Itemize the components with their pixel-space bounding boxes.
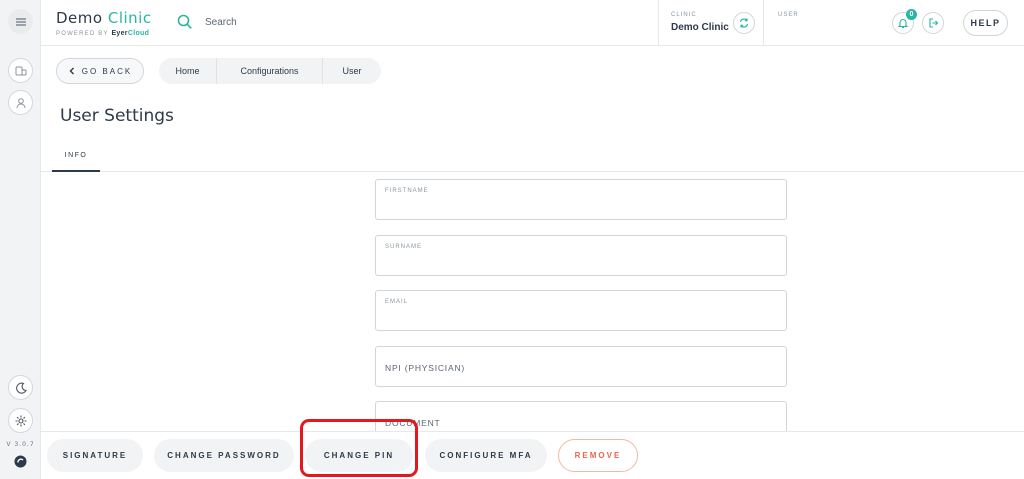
notification-count-badge: 0 — [906, 9, 917, 20]
menu-icon[interactable] — [8, 9, 33, 34]
eyercloud-logo-icon — [14, 455, 27, 468]
header-divider — [763, 0, 764, 46]
user-label: USER — [778, 12, 799, 18]
tab-bar: INFO — [41, 140, 1024, 172]
search-input[interactable] — [205, 16, 405, 28]
go-back-label: GO BACK — [81, 66, 133, 76]
top-header: Demo Clinic POWERED BY EyerCloud CLINIC … — [41, 0, 1024, 46]
page-title: User Settings — [60, 106, 174, 126]
signature-button[interactable]: SIGNATURE — [47, 439, 143, 472]
email-input[interactable] — [385, 313, 775, 324]
surname-field[interactable]: SURNAME — [375, 235, 787, 276]
highlight-box — [300, 419, 418, 477]
email-label: EMAIL — [385, 299, 409, 305]
brand[interactable]: Demo Clinic POWERED BY EyerCloud — [56, 9, 152, 37]
refresh-icon — [739, 18, 749, 28]
user-block[interactable]: USER — [778, 12, 799, 22]
email-field[interactable]: EMAIL — [375, 290, 787, 331]
breadcrumb-configurations[interactable]: Configurations — [217, 58, 323, 84]
clinic-icon[interactable] — [8, 58, 33, 83]
breadcrumb: Home Configurations User — [159, 58, 381, 84]
clinic-label: CLINIC — [671, 12, 697, 18]
change-password-button[interactable]: CHANGE PASSWORD — [154, 439, 294, 472]
npi-input[interactable] — [385, 369, 775, 380]
left-rail: V 3.0.7 — [0, 0, 41, 479]
configure-mfa-button[interactable]: CONFIGURE MFA — [425, 439, 547, 472]
header-divider — [658, 0, 659, 46]
clinic-name: Demo Clinic — [671, 22, 729, 33]
chevron-left-icon — [69, 67, 74, 75]
go-back-button[interactable]: GO BACK — [56, 58, 144, 84]
user-icon[interactable] — [8, 90, 33, 115]
gear-icon[interactable] — [8, 408, 33, 433]
remove-button[interactable]: REMOVE — [558, 439, 638, 472]
search-icon[interactable] — [177, 14, 193, 30]
notifications-button[interactable]: 0 — [892, 9, 917, 34]
breadcrumb-user[interactable]: User — [323, 58, 381, 84]
surname-input[interactable] — [385, 258, 775, 269]
logout-icon — [929, 18, 939, 28]
app-title: Demo Clinic — [56, 9, 152, 27]
logout-button[interactable] — [922, 12, 944, 34]
help-button[interactable]: HELP — [963, 10, 1008, 36]
moon-icon[interactable] — [8, 375, 33, 400]
switch-clinic-button[interactable] — [733, 12, 755, 34]
npi-field[interactable]: NPI (PHYSICIAN) — [375, 346, 787, 387]
tab-info[interactable]: INFO — [52, 140, 100, 172]
firstname-label: FIRSTNAME — [385, 188, 429, 194]
breadcrumb-home[interactable]: Home — [159, 58, 217, 84]
version-label: V 3.0.7 — [6, 441, 35, 448]
clinic-selector[interactable]: CLINIC Demo Clinic — [671, 12, 729, 33]
action-footer: SIGNATURE CHANGE PASSWORD CHANGE PIN CON… — [41, 431, 1024, 479]
powered-by: POWERED BY EyerCloud — [56, 30, 150, 37]
search-bar[interactable] — [177, 14, 405, 30]
surname-label: SURNAME — [385, 244, 423, 250]
firstname-field[interactable]: FIRSTNAME — [375, 179, 787, 220]
firstname-input[interactable] — [385, 202, 775, 213]
